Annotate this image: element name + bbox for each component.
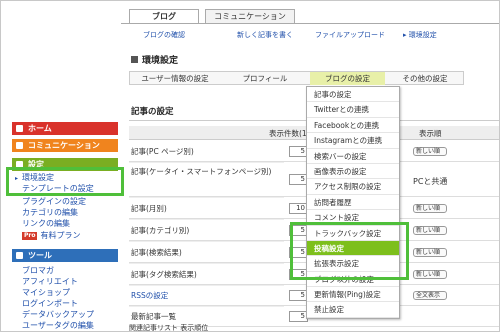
- menu-item[interactable]: Twitterとの連携: [307, 102, 399, 118]
- sidebar-home-label: ホーム: [28, 124, 52, 133]
- subnav-environment-label: 環境設定: [408, 31, 437, 39]
- page-title-text: 環境設定: [142, 56, 179, 66]
- screen: ホーム コミュニケーション 設定 ▸ 環境設定 テンプレートの設定 プラグインの…: [0, 0, 500, 332]
- related-list-label: 関連記事リスト 表示順位: [129, 324, 209, 332]
- sidebar-item-paid-plan[interactable]: Pro 有料プラン: [22, 231, 80, 241]
- main-content: ブログ コミュニケーション ブログの確認 新しく記事を書く ファイルアップロード…: [121, 1, 499, 332]
- square-icon: [131, 56, 138, 63]
- header-count: 表示件数(1: [269, 129, 307, 138]
- order-select[interactable]: 全文表示: [413, 291, 447, 300]
- menu-item[interactable]: Facebookとの連携: [307, 118, 399, 134]
- menu-item[interactable]: 画像表示の設定: [307, 164, 399, 180]
- sidebar-tools[interactable]: ツール: [12, 249, 118, 262]
- row-label: 記事(PC ページ別): [131, 147, 194, 156]
- order-select[interactable]: 新しい順: [413, 204, 447, 213]
- page-title: 環境設定: [131, 53, 178, 66]
- tab-user-info[interactable]: ユーザー情報の設定: [130, 72, 220, 85]
- rss-link[interactable]: RSSの設定: [131, 291, 168, 300]
- chat-icon: [16, 142, 23, 149]
- sidebar-item-plugin[interactable]: プラグインの設定: [22, 197, 86, 207]
- order-select[interactable]: 新しい順: [413, 147, 447, 156]
- sidebar-item-category[interactable]: カテゴリの編集: [22, 208, 78, 218]
- order-select[interactable]: 新しい順: [413, 226, 447, 235]
- menu-item[interactable]: 更新情報(Ping)設定: [307, 287, 399, 303]
- tab-blog[interactable]: ブログ: [129, 9, 199, 23]
- highlight-box-sidebar: [6, 167, 124, 196]
- section-title: 記事の設定: [131, 107, 174, 117]
- tab-blog-settings[interactable]: ブログの設定: [310, 72, 385, 85]
- sidebar-item-backup[interactable]: データバックアップ: [22, 310, 94, 320]
- row-label: 記事(検索結果): [131, 248, 182, 257]
- order-note: PCと共通: [413, 177, 448, 186]
- row-label: RSSの設定: [131, 291, 168, 301]
- subnav-file-upload[interactable]: ファイルアップロード: [315, 30, 385, 40]
- menu-item[interactable]: 記事の設定: [307, 87, 399, 103]
- tab-profile[interactable]: プロフィール: [220, 72, 310, 85]
- menu-item[interactable]: Instagramとの連携: [307, 133, 399, 149]
- sidebar-home[interactable]: ホーム: [12, 122, 118, 135]
- tab-other-settings[interactable]: その他の設定: [385, 72, 465, 85]
- subnav-blog-check[interactable]: ブログの確認: [143, 30, 185, 40]
- sidebar-comm-label: コミュニケーション: [28, 141, 100, 150]
- row-label: 記事(月別): [131, 204, 167, 213]
- header-order: 表示順: [419, 129, 442, 138]
- paid-plan-label: 有料プラン: [40, 231, 81, 240]
- row-label: 最新記事一覧: [131, 312, 176, 321]
- order-select[interactable]: 新しい順: [413, 270, 447, 279]
- menu-item[interactable]: アクセス制限の設定: [307, 179, 399, 195]
- sidebar-item-log-import[interactable]: ログインポート: [22, 299, 78, 309]
- sidebar-item-affiliate[interactable]: アフィリエイト: [22, 277, 78, 287]
- tab-communication[interactable]: コミュニケーション: [205, 9, 295, 23]
- home-icon: [16, 125, 23, 132]
- settings-tabs: ユーザー情報の設定 プロフィール ブログの設定 その他の設定: [129, 71, 464, 85]
- subnav-new-post[interactable]: 新しく記事を書く: [237, 30, 293, 40]
- row-label: 記事(カテゴリ別): [131, 226, 190, 235]
- blog-settings-dropdown: 記事の設定 Twitterとの連携 Facebookとの連携 Instagram…: [306, 86, 400, 319]
- menu-item[interactable]: 訪問者履歴: [307, 195, 399, 211]
- pro-badge: Pro: [22, 232, 38, 240]
- menu-item[interactable]: 禁止設定: [307, 302, 399, 318]
- sidebar-communication[interactable]: コミュニケーション: [12, 139, 118, 152]
- sidebar-item-link[interactable]: リンクの編集: [22, 219, 70, 229]
- menu-item[interactable]: 検索バーの設定: [307, 149, 399, 164]
- sidebar-tools-label: ツール: [28, 251, 52, 260]
- wrench-icon: [16, 252, 23, 259]
- row-label: 記事(タグ検索結果): [131, 270, 197, 279]
- tab-divider: [121, 23, 499, 24]
- order-select[interactable]: 新しい順: [413, 248, 447, 257]
- subnav-environment[interactable]: ▸ 環境設定: [403, 30, 437, 40]
- sidebar-item-myshop[interactable]: マイショップ: [22, 288, 70, 298]
- row-label: 記事(ケータイ・スマートフォンページ別): [131, 167, 272, 176]
- sidebar-item-bromaga[interactable]: ブロマガ: [22, 266, 54, 276]
- sidebar-item-user-tag[interactable]: ユーザータグの編集: [22, 321, 94, 331]
- highlight-box-menu: [290, 222, 409, 280]
